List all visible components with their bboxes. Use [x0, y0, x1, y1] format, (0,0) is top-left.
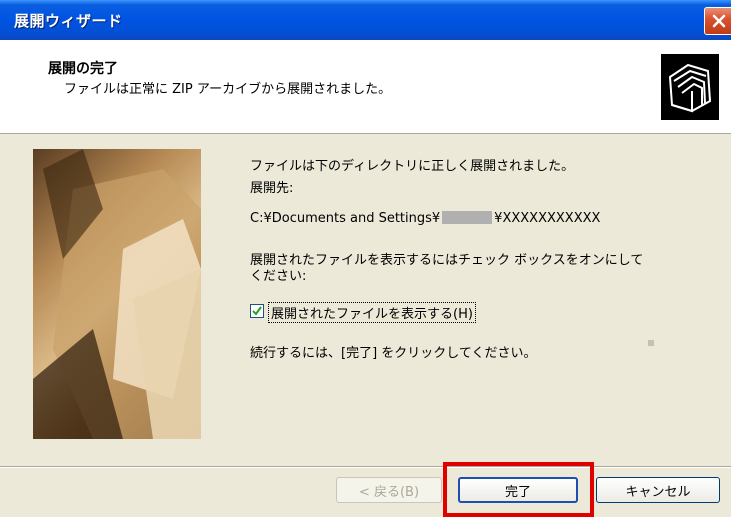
extraction-wizard-window: 展開ウィザード 展開の完了 ファイルは正常に ZIP アーカイブから展開されまし… — [0, 0, 731, 517]
destination-label: 展開先: — [250, 181, 294, 196]
header-title: 展開の完了 — [48, 61, 118, 77]
destination-path: C:¥Documents and Settings¥ ¥XXXXXXXXXXX — [250, 211, 600, 226]
path-prefix: C:¥Documents and Settings¥ — [250, 211, 441, 226]
back-button[interactable]: < 戻る(B) — [336, 477, 442, 503]
wizard-header: 展開の完了 ファイルは正常に ZIP アーカイブから展開されました。 — [0, 40, 731, 134]
continue-instruction: 続行するには、[完了] をクリックしてください。 — [250, 346, 537, 361]
checkmark-icon — [252, 306, 262, 316]
show-files-checkbox[interactable] — [250, 304, 264, 318]
show-files-instruction: 展開されたファイルを表示するにはチェック ボックスをオンにして — [250, 253, 644, 268]
decorative-dot — [648, 340, 654, 346]
footer-divider-highlight — [0, 467, 731, 468]
path-suffix: ¥XXXXXXXXXXX — [494, 211, 601, 226]
wizard-side-image — [33, 149, 201, 439]
header-subtitle: ファイルは正常に ZIP アーカイブから展開されました。 — [64, 82, 392, 97]
show-files-instruction-cont: ください: — [250, 269, 307, 284]
show-files-checkbox-label[interactable]: 展開されたファイルを表示する(H) — [268, 302, 476, 323]
redacted-username — [442, 211, 493, 224]
title-bar[interactable]: 展開ウィザード — [0, 0, 731, 40]
success-message: ファイルは下のディレクトリに正しく展開されました。 — [250, 159, 575, 174]
close-button[interactable] — [704, 7, 731, 35]
window-title: 展開ウィザード — [14, 12, 123, 30]
folder-stack-icon — [661, 54, 719, 120]
cancel-button[interactable]: キャンセル — [596, 477, 720, 503]
close-icon — [712, 14, 726, 28]
finish-button-highlight — [443, 462, 594, 517]
